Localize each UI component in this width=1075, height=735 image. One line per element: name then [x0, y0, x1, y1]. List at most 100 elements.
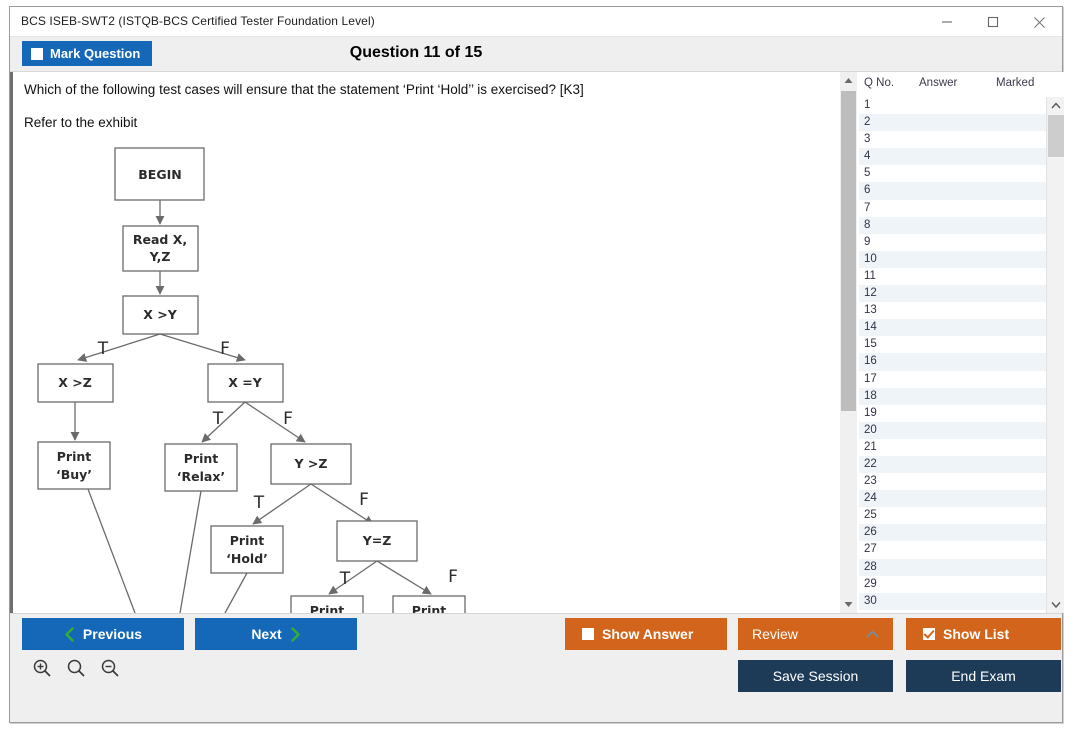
edge-xgty-true — [77, 333, 161, 362]
table-row[interactable]: 26 — [859, 524, 1046, 542]
outer-scrollbar[interactable] — [840, 72, 857, 613]
show-answer-button[interactable]: Show Answer — [565, 618, 727, 650]
inner-scroll-down-icon[interactable] — [1047, 596, 1064, 613]
node-print-hold-label-1: Print — [230, 533, 265, 548]
row-question-number: 13 — [864, 304, 877, 317]
zoom-out-icon[interactable] — [100, 658, 120, 678]
table-row[interactable]: 4 — [859, 148, 1046, 166]
save-session-button[interactable]: Save Session — [738, 660, 893, 692]
footer-toolbar: Previous Next Show Answer Review Show Li… — [10, 613, 1062, 721]
minimize-icon[interactable] — [924, 7, 970, 37]
zoom-controls — [32, 658, 120, 678]
previous-label: Previous — [82, 626, 143, 642]
chevron-left-icon — [65, 626, 74, 642]
scroll-down-icon[interactable] — [840, 596, 857, 613]
edge-yeqz-false — [376, 560, 432, 595]
table-row[interactable]: 12 — [859, 285, 1046, 303]
question-instruction: Refer to the exhibit — [24, 115, 138, 131]
table-row[interactable]: 23 — [859, 473, 1046, 491]
table-row[interactable]: 22 — [859, 455, 1046, 474]
main-window: BCS ISEB-SWT2 (ISTQB-BCS Certified Teste… — [9, 6, 1064, 723]
question-header-bar: Mark Question Question 11 of 15 — [10, 37, 1062, 72]
body-area: Which of the following test cases will e… — [10, 72, 1064, 613]
table-row[interactable]: 25 — [859, 507, 1046, 525]
outer-scrollbar-thumb[interactable] — [841, 91, 856, 411]
table-row[interactable]: 14 — [859, 319, 1046, 337]
table-row[interactable]: 13 — [859, 302, 1046, 320]
node-print-sell-label-1: Print — [310, 603, 345, 613]
row-question-number: 23 — [864, 475, 877, 488]
row-question-number: 16 — [864, 355, 877, 368]
table-row[interactable]: 11 — [859, 267, 1046, 286]
node-print-buy-label-2: ‘Buy’ — [56, 467, 92, 482]
node-x-gt-y-label: X >Y — [143, 307, 177, 322]
next-button[interactable]: Next — [195, 618, 357, 650]
question-list-table: Q No. Answer Marked 1 2 3 4 5 6 7 8 9 10 11 12 13 14 1… — [859, 72, 1064, 613]
inner-scroll-up-icon[interactable] — [1047, 97, 1064, 114]
row-question-number: 12 — [864, 287, 877, 300]
previous-button[interactable]: Previous — [22, 618, 184, 650]
row-question-number: 10 — [864, 252, 877, 265]
end-exam-button[interactable]: End Exam — [906, 660, 1061, 692]
show-list-button[interactable]: Show List — [906, 618, 1061, 650]
table-row[interactable]: 27 — [859, 541, 1046, 559]
node-y-eq-z-label: Y=Z — [362, 533, 392, 548]
node-print-relax-label-2: ‘Relax’ — [177, 469, 225, 484]
chevron-up-icon — [866, 630, 879, 638]
review-dropdown[interactable]: Review — [738, 618, 893, 650]
table-row[interactable]: 8 — [859, 216, 1046, 234]
show-list-checkbox[interactable] — [923, 628, 935, 640]
table-row[interactable]: 16 — [859, 353, 1046, 371]
node-x-gt-z-label: X >Z — [58, 375, 92, 390]
edge-xeqy-false — [244, 401, 306, 443]
table-row[interactable]: 28 — [859, 558, 1046, 576]
show-answer-checkbox[interactable] — [582, 628, 594, 640]
table-row[interactable]: 30 — [859, 592, 1046, 610]
inner-scrollbar[interactable] — [1046, 97, 1064, 613]
row-question-number: 30 — [864, 594, 877, 607]
title-bar: BCS ISEB-SWT2 (ISTQB-BCS Certified Teste… — [10, 7, 1062, 37]
table-row[interactable]: 7 — [859, 199, 1046, 217]
table-row[interactable]: 1 — [859, 97, 1046, 115]
question-list-pane: Q No. Answer Marked 1 2 3 4 5 6 7 8 9 10 11 12 13 14 1… — [837, 72, 1064, 613]
table-row[interactable]: 21 — [859, 438, 1046, 456]
scroll-up-icon[interactable] — [840, 72, 857, 89]
edge-yeqz-true — [328, 560, 378, 595]
row-question-number: 22 — [864, 457, 877, 470]
close-icon[interactable] — [1016, 7, 1062, 37]
inner-scrollbar-thumb[interactable] — [1048, 115, 1064, 157]
table-row[interactable]: 20 — [859, 421, 1046, 439]
next-label: Next — [251, 626, 282, 642]
show-answer-label: Show Answer — [602, 626, 694, 642]
table-row[interactable]: 24 — [859, 490, 1046, 508]
row-question-number: 4 — [864, 150, 871, 163]
table-row[interactable]: 6 — [859, 182, 1046, 200]
zoom-in-icon[interactable] — [32, 658, 52, 678]
table-row[interactable]: 2 — [859, 114, 1046, 132]
row-question-number: 2 — [864, 116, 871, 129]
table-row[interactable]: 18 — [859, 387, 1046, 405]
edge-buy-down — [87, 488, 136, 613]
row-question-number: 8 — [864, 218, 871, 231]
table-row[interactable]: 10 — [859, 250, 1046, 268]
edge-label-yeqz-true: T — [339, 569, 351, 589]
zoom-reset-icon[interactable] — [66, 658, 86, 678]
table-row[interactable]: 19 — [859, 404, 1046, 422]
row-question-number: 6 — [864, 184, 871, 197]
table-row[interactable]: 5 — [859, 165, 1046, 183]
node-print-buy-label-1: Print — [57, 449, 92, 464]
table-row[interactable]: 29 — [859, 575, 1046, 593]
chevron-right-icon — [290, 626, 300, 642]
edge-label-xgty-true: T — [97, 339, 109, 359]
show-list-label: Show List — [943, 626, 1010, 642]
table-row[interactable]: 3 — [859, 131, 1046, 149]
row-question-number: 15 — [864, 338, 877, 351]
table-row[interactable]: 9 — [859, 233, 1046, 251]
table-row[interactable]: 15 — [859, 336, 1046, 354]
table-row[interactable]: 17 — [859, 370, 1046, 388]
row-question-number: 7 — [864, 201, 871, 214]
maximize-icon[interactable] — [970, 7, 1016, 37]
edge-label-ygtz-true: T — [253, 493, 265, 513]
save-session-label: Save Session — [772, 668, 859, 684]
window-controls — [924, 7, 1062, 37]
